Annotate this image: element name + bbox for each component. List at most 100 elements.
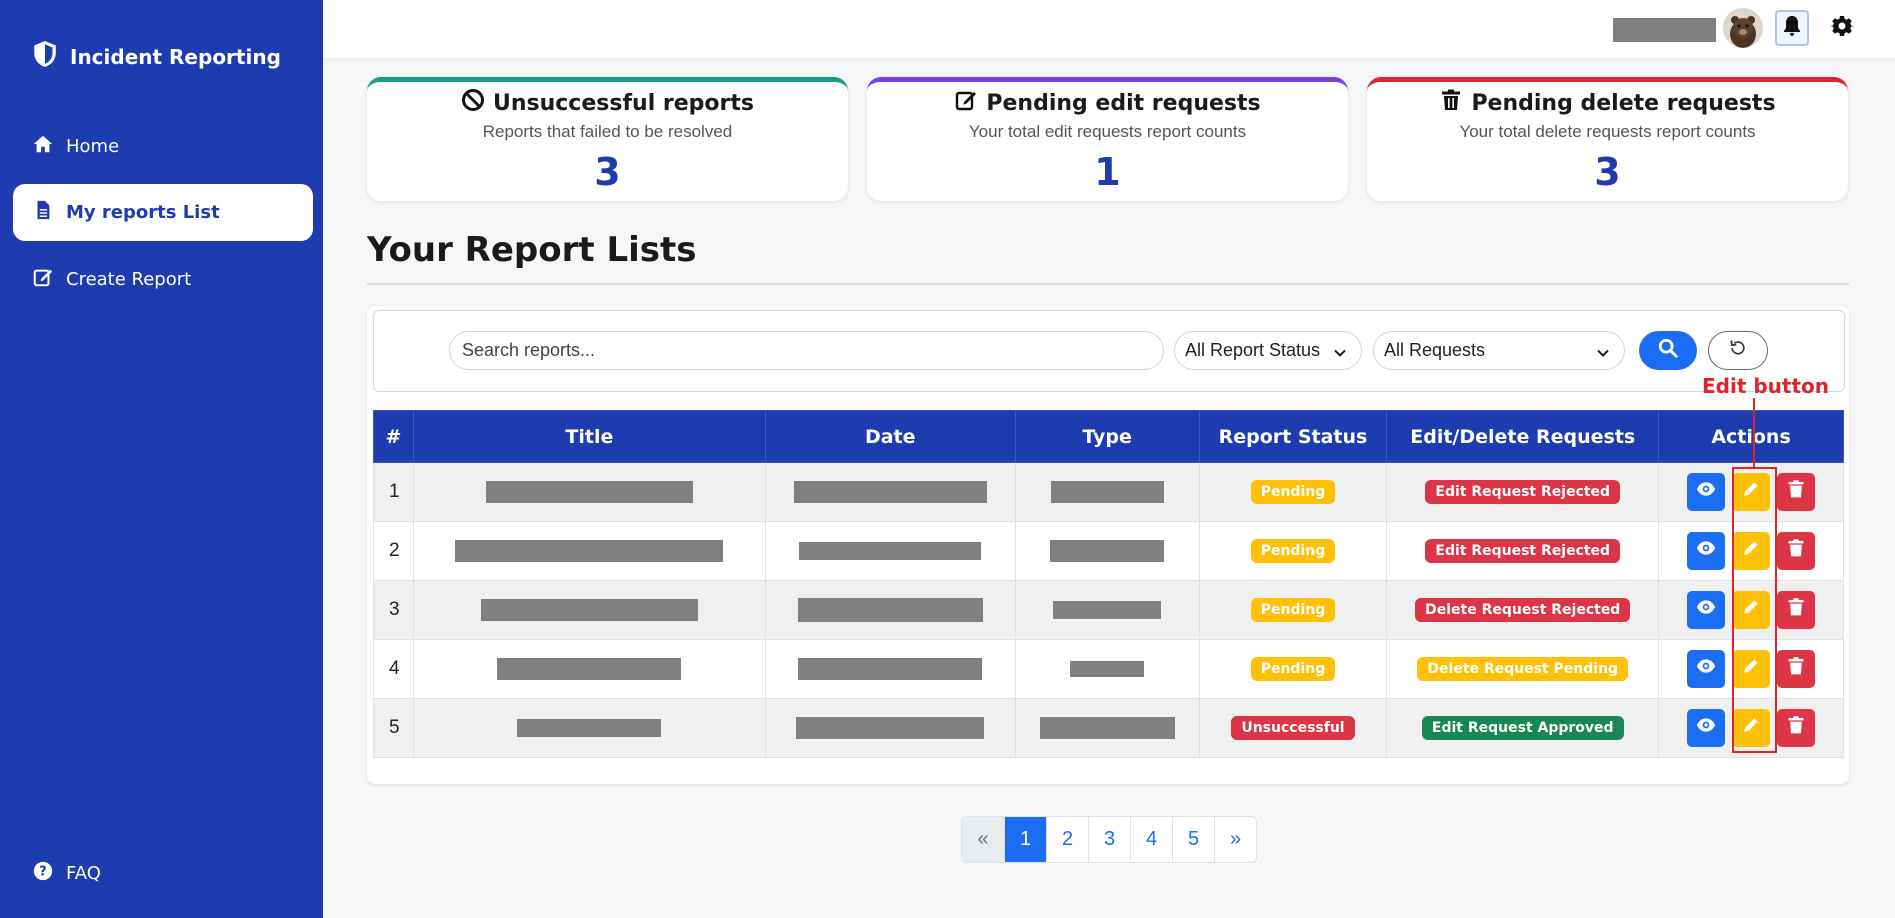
sidebar-item-label: Create Report [66,269,192,290]
username-redacted [1613,18,1716,42]
delete-button[interactable] [1777,532,1816,570]
select-value: All Requests [1384,340,1486,360]
trash-icon [1786,597,1806,623]
redacted-type [1039,716,1175,739]
stat-count: 3 [1594,150,1621,194]
eye-icon [1696,656,1716,682]
request-badge: Edit Request Approved [1421,716,1624,740]
table-row: 4 Pending Delete Request Pending [373,639,1844,699]
search-icon [1657,337,1679,364]
sidebar-item-create-report[interactable]: Create Report [13,251,313,308]
annotation-pointer [1753,398,1755,468]
view-button[interactable] [1687,591,1726,629]
status-badge: Pending [1250,539,1336,563]
reset-icon [1728,338,1748,363]
trash-icon [1786,538,1806,564]
eye-icon [1696,715,1716,741]
pagination: « 1 2 3 4 5 » [961,816,1257,863]
stat-title: Pending edit requests [986,90,1261,116]
reports-table: # Title Date Type Report Status Edit/Del… [373,410,1844,758]
reset-button[interactable] [1708,331,1768,370]
stat-title: Pending delete requests [1471,90,1776,116]
divider [367,283,1849,285]
stat-card-pending-delete: Pending delete requests Your total delet… [1367,77,1848,201]
settings-button[interactable] [1828,14,1856,42]
delete-button[interactable] [1777,473,1816,511]
stat-subtitle: Your total edit requests report counts [968,122,1247,141]
stat-title: Unsuccessful reports [492,90,754,116]
view-button[interactable] [1687,532,1726,570]
home-icon [32,133,54,160]
status-badge: Unsuccessful [1231,716,1355,740]
eye-icon [1696,597,1716,623]
page-prev[interactable]: « [962,817,1004,862]
annotation-label: Edit button [1702,374,1830,398]
redacted-type [1070,660,1145,677]
request-badge: Delete Request Rejected [1415,598,1631,622]
sidebar: Incident Reporting Home My reports List … [0,0,323,918]
stat-count: 3 [594,150,621,194]
page-1[interactable]: 1 [1004,817,1046,862]
page-4[interactable]: 4 [1130,817,1172,862]
search-input[interactable] [449,331,1164,370]
page-5[interactable]: 5 [1172,817,1214,862]
stat-subtitle: Your total delete requests report counts [1459,122,1756,141]
page-3[interactable]: 3 [1088,817,1130,862]
redacted-title [480,598,698,621]
search-button[interactable] [1639,331,1697,370]
row-number: 3 [373,580,414,640]
redacted-type [1050,539,1165,562]
sidebar-item-home[interactable]: Home [13,118,313,175]
requests-select[interactable]: All Requests [1373,331,1625,370]
view-button[interactable] [1687,473,1726,511]
row-number: 1 [373,462,414,522]
document-icon [32,199,54,226]
sidebar-item-faq[interactable]: ? FAQ [13,845,313,902]
report-status-select[interactable]: All Report Status [1174,331,1362,370]
table-row: 1 Pending Edit Request Rejected [373,462,1844,522]
column-header: Edit/Delete Requests [1386,410,1660,463]
column-header: Report Status [1198,410,1388,463]
table-row: 5 Unsuccessful Edit Request Approved [373,698,1844,758]
ban-icon [461,88,485,118]
bell-icon [1780,14,1804,43]
stat-count: 1 [1094,150,1121,194]
table-row: 2 Pending Edit Request Rejected [373,521,1844,581]
column-header: Type [1014,410,1200,463]
stat-card-unsuccessful: Unsuccessful reports Reports that failed… [367,77,848,201]
delete-button[interactable] [1777,591,1816,629]
view-button[interactable] [1687,650,1726,688]
redacted-date [793,480,987,503]
redacted-title [485,480,693,503]
trash-icon [1786,479,1806,505]
status-badge: Pending [1250,657,1336,681]
notifications-button[interactable] [1775,10,1809,46]
sidebar-item-my-reports[interactable]: My reports List [13,184,313,241]
page-2[interactable]: 2 [1046,817,1088,862]
select-value: All Report Status [1185,340,1321,360]
redacted-date [798,657,983,680]
redacted-date [796,716,985,739]
page-next[interactable]: » [1214,817,1256,862]
page-title: Your Report Lists [367,230,697,270]
column-header: Title [412,410,766,463]
view-button[interactable] [1687,709,1726,747]
column-header: # [373,410,414,463]
shield-icon [32,40,58,73]
question-circle-icon: ? [32,860,54,887]
trash-icon [1439,88,1463,118]
row-number: 5 [373,698,414,758]
stat-card-pending-edit: Pending edit requests Your total edit re… [867,77,1348,201]
delete-button[interactable] [1777,650,1816,688]
brand-title: Incident Reporting [70,44,281,69]
edit-icon [954,88,978,118]
delete-button[interactable] [1777,709,1816,747]
avatar[interactable] [1723,8,1763,48]
redacted-date [799,541,982,560]
table-row: 3 Pending Delete Request Rejected [373,580,1844,640]
gear-icon [1830,14,1854,43]
row-number: 2 [373,521,414,581]
redacted-title [497,657,682,680]
column-header: Date [764,410,1016,463]
row-number: 4 [373,639,414,699]
